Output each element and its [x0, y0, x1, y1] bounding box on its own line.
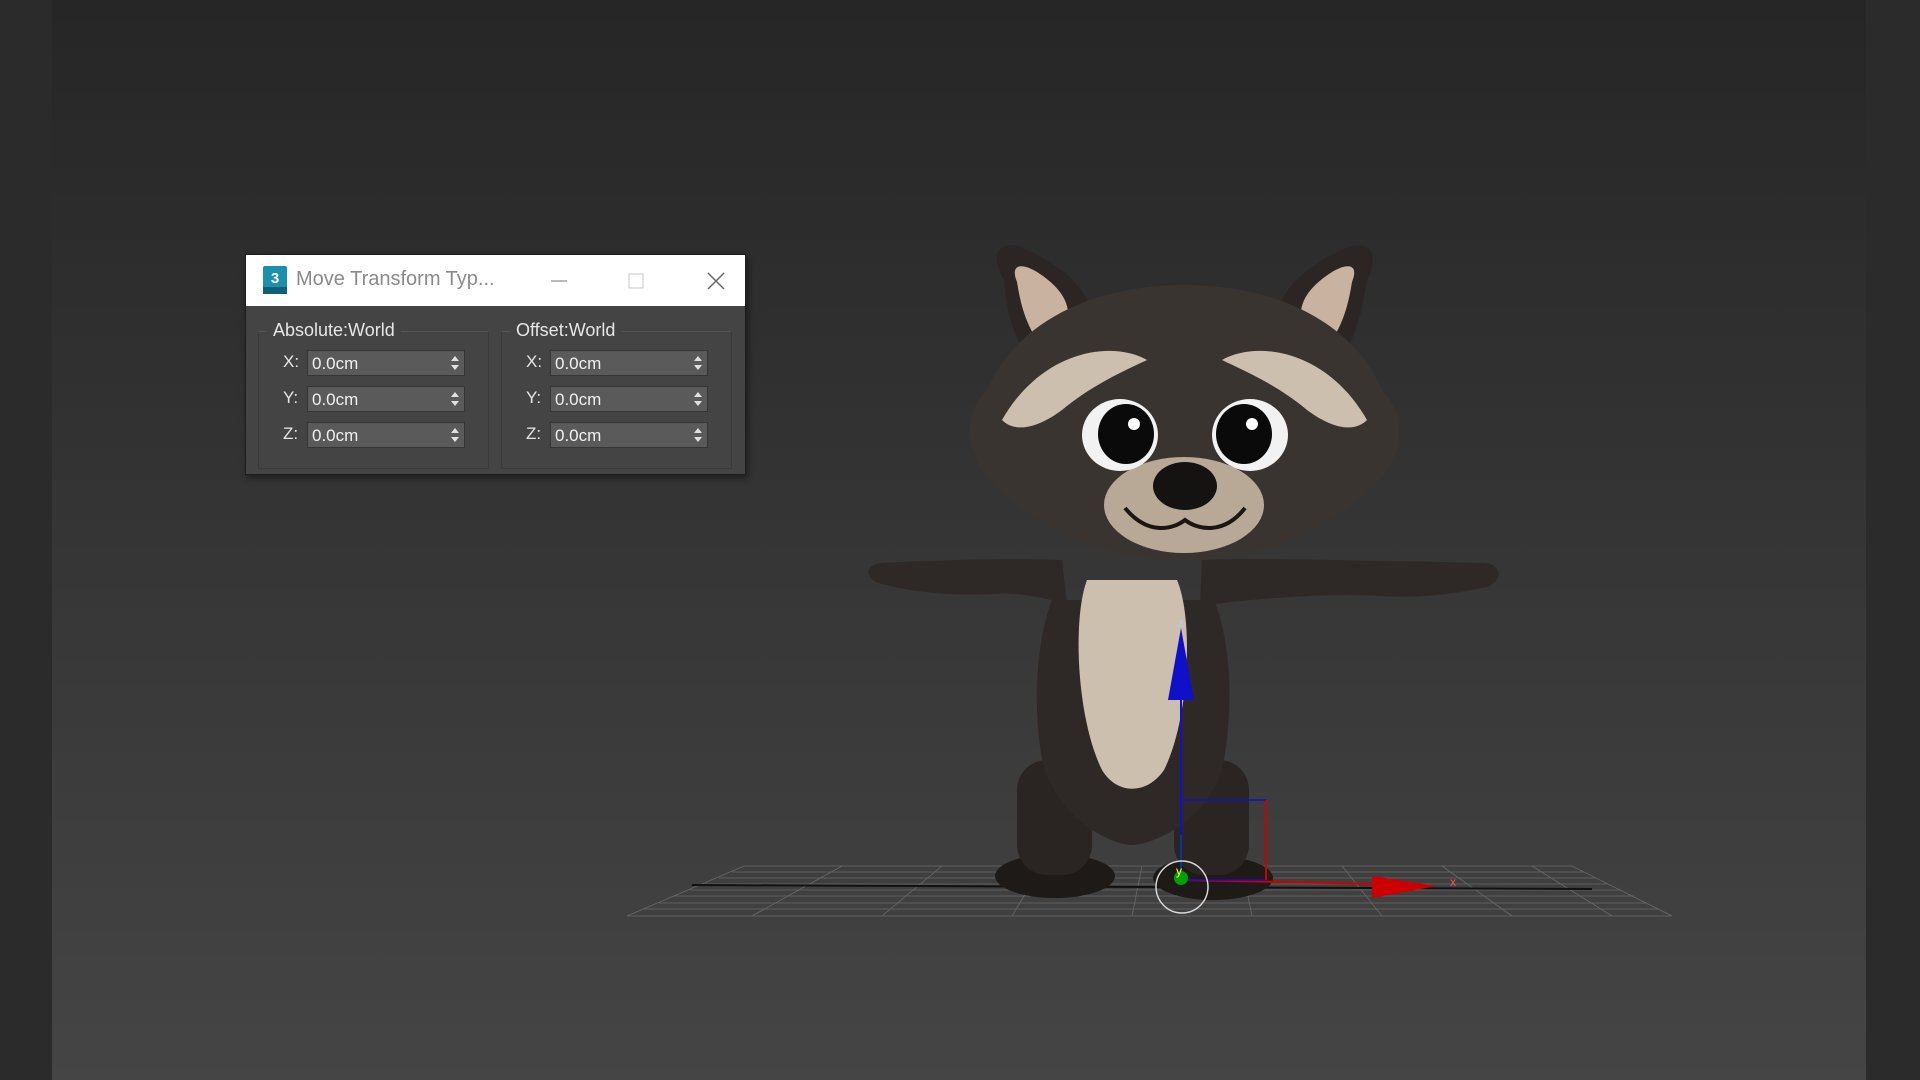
move-transform-type-in-dialog[interactable]: 3 Move Transform Typ... Absolute:World X…	[245, 254, 746, 475]
spinner-arrows-icon[interactable]	[450, 426, 460, 444]
offset-z-label: Z:	[526, 424, 542, 443]
spinner-arrows-icon[interactable]	[693, 426, 703, 444]
svg-text:3: 3	[271, 270, 279, 287]
absolute-x-label: X:	[283, 352, 300, 371]
3dsmax-app-icon: 3	[263, 266, 287, 294]
absolute-y-row: Y: 0.0cm	[259, 386, 488, 414]
grid-center-line	[691, 884, 1593, 890]
spinner-arrows-icon[interactable]	[693, 390, 703, 408]
3dsmax-screen: z x y 3 Move Transform Typ... Absolute:W…	[0, 0, 1920, 1080]
right-pupil	[1216, 404, 1272, 464]
absolute-x-row: X: 0.0cm	[259, 350, 488, 378]
absolute-z-spinner[interactable]: 0.0cm	[307, 422, 465, 448]
nose	[1153, 462, 1217, 510]
offset-world-group: Offset:World X: 0.0cm Y: 0.0cm Z: 0.0cm	[501, 320, 732, 469]
offset-x-label: X:	[526, 352, 543, 371]
offset-y-value[interactable]: 0.0cm	[555, 390, 601, 410]
maximize-icon	[628, 272, 644, 289]
dialog-title: Move Transform Typ...	[296, 268, 495, 290]
spinner-arrows-icon[interactable]	[450, 354, 460, 372]
raccoon-model[interactable]	[868, 245, 1499, 900]
gizmo-y-label: y	[1176, 864, 1182, 878]
gizmo-z-label: z	[1178, 616, 1184, 630]
offset-z-spinner[interactable]: 0.0cm	[550, 422, 708, 448]
left-eye-highlight	[1128, 418, 1140, 430]
close-icon	[707, 271, 725, 290]
offset-x-row: X: 0.0cm	[502, 350, 731, 378]
spinner-arrows-icon[interactable]	[450, 390, 460, 408]
dialog-titlebar[interactable]: 3 Move Transform Typ...	[246, 255, 745, 306]
right-border	[1866, 0, 1920, 1080]
absolute-x-value[interactable]: 0.0cm	[312, 354, 358, 374]
viewport-scene: z x y	[626, 245, 1673, 917]
absolute-y-value[interactable]: 0.0cm	[312, 390, 358, 410]
perspective-viewport[interactable]: z x y 3 Move Transform Typ... Absolute:W…	[52, 0, 1866, 1080]
gizmo-x-arrow[interactable]	[1372, 876, 1437, 898]
minimize-button[interactable]	[529, 255, 589, 306]
maximize-button[interactable]	[606, 255, 666, 306]
absolute-world-label: Absolute:World	[267, 320, 401, 341]
offset-y-label: Y:	[526, 388, 542, 407]
close-button[interactable]	[686, 255, 746, 306]
offset-y-row: Y: 0.0cm	[502, 386, 731, 414]
absolute-z-row: Z: 0.0cm	[259, 422, 488, 450]
absolute-z-label: Z:	[283, 424, 299, 443]
spinner-arrows-icon[interactable]	[693, 354, 703, 372]
absolute-y-spinner[interactable]: 0.0cm	[307, 386, 465, 412]
offset-x-spinner[interactable]: 0.0cm	[550, 350, 708, 376]
offset-z-row: Z: 0.0cm	[502, 422, 731, 450]
offset-world-label: Offset:World	[510, 320, 622, 341]
left-border	[0, 0, 52, 1080]
offset-x-value[interactable]: 0.0cm	[555, 354, 601, 374]
gizmo-x-label: x	[1450, 875, 1456, 889]
absolute-world-group: Absolute:World X: 0.0cm Y: 0.0cm Z: 0.0c…	[258, 320, 489, 469]
offset-y-spinner[interactable]: 0.0cm	[550, 386, 708, 412]
absolute-y-label: Y:	[283, 388, 299, 407]
offset-z-value[interactable]: 0.0cm	[555, 426, 601, 446]
absolute-x-spinner[interactable]: 0.0cm	[307, 350, 465, 376]
left-pupil	[1098, 404, 1154, 464]
right-arm	[1200, 559, 1499, 606]
left-arm	[868, 559, 1067, 605]
absolute-z-value[interactable]: 0.0cm	[312, 426, 358, 446]
right-eye-highlight	[1246, 418, 1258, 430]
minimize-icon	[551, 279, 567, 282]
home-grid	[626, 865, 1673, 917]
